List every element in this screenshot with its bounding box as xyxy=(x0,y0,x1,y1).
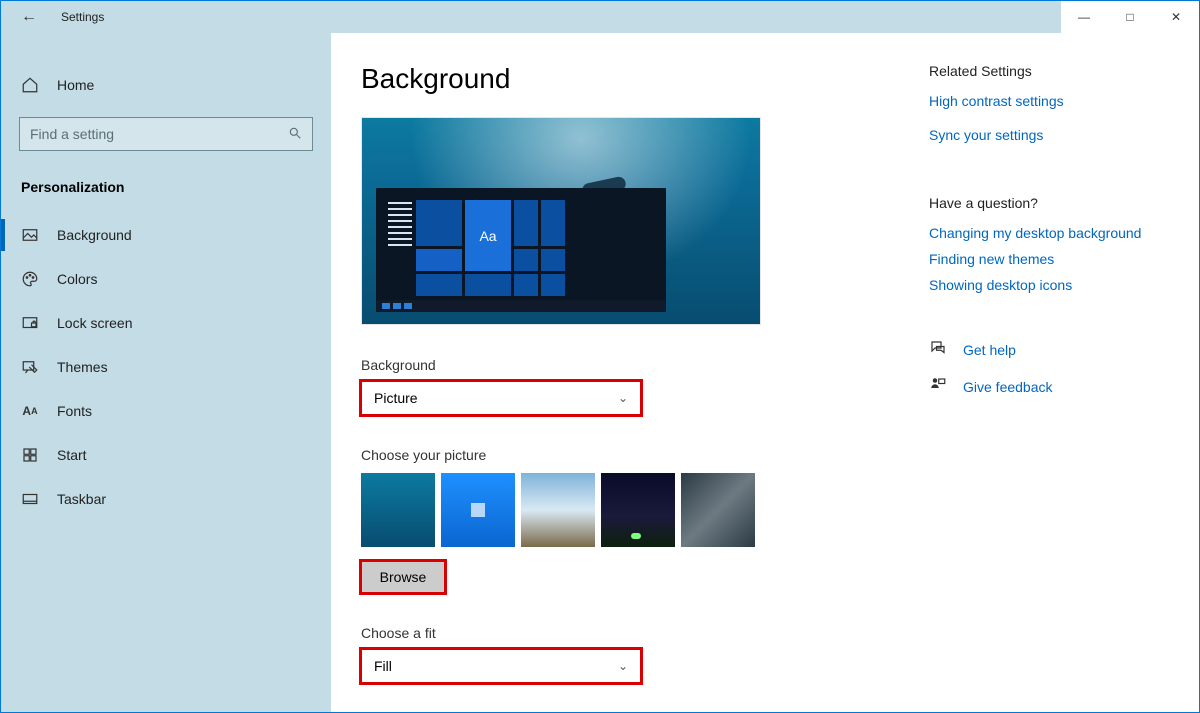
chevron-down-icon: ⌄ xyxy=(618,391,628,405)
picture-thumb-4[interactable] xyxy=(601,473,675,547)
category-label: Personalization xyxy=(1,169,331,213)
search-placeholder: Find a setting xyxy=(30,126,114,142)
picture-thumbnails xyxy=(361,473,899,547)
sidebar-item-colors[interactable]: Colors xyxy=(1,257,331,301)
home-label: Home xyxy=(57,77,94,93)
chevron-down-icon: ⌄ xyxy=(618,659,628,673)
feedback-row[interactable]: Give feedback xyxy=(929,376,1179,397)
sidebar-item-label: Taskbar xyxy=(57,491,106,507)
sidebar-item-label: Colors xyxy=(57,271,97,287)
browse-button[interactable]: Browse xyxy=(361,561,445,593)
maximize-button[interactable]: □ xyxy=(1107,1,1153,33)
picture-thumb-3[interactable] xyxy=(521,473,595,547)
page-title: Background xyxy=(361,63,899,95)
home-icon xyxy=(21,76,39,94)
sidebar-item-label: Lock screen xyxy=(57,315,132,331)
link-get-help[interactable]: Get help xyxy=(963,342,1016,358)
sidebar-item-label: Background xyxy=(57,227,132,243)
picture-icon xyxy=(21,226,39,244)
link-change-background[interactable]: Changing my desktop background xyxy=(929,225,1179,241)
sidebar: Home Find a setting Personalization Back… xyxy=(1,33,331,712)
picture-thumb-5[interactable] xyxy=(681,473,755,547)
related-settings-head: Related Settings xyxy=(929,63,1179,79)
background-dropdown[interactable]: Picture ⌄ xyxy=(361,381,641,415)
background-dropdown-value: Picture xyxy=(374,390,418,406)
link-sync-settings[interactable]: Sync your settings xyxy=(929,127,1179,143)
link-find-themes[interactable]: Finding new themes xyxy=(929,251,1179,267)
close-button[interactable]: ✕ xyxy=(1153,1,1199,33)
fonts-icon: AA xyxy=(21,402,39,420)
palette-icon xyxy=(21,270,39,288)
fit-dropdown-value: Fill xyxy=(374,658,392,674)
right-column: Related Settings High contrast settings … xyxy=(929,33,1199,712)
feedback-icon xyxy=(929,376,947,397)
choose-fit-label: Choose a fit xyxy=(361,625,899,641)
taskbar-icon xyxy=(21,490,39,508)
sidebar-item-taskbar[interactable]: Taskbar xyxy=(1,477,331,521)
desktop-preview: Aa xyxy=(361,117,761,325)
sidebar-item-fonts[interactable]: AA Fonts xyxy=(1,389,331,433)
picture-thumb-2[interactable] xyxy=(441,473,515,547)
fit-dropdown[interactable]: Fill ⌄ xyxy=(361,649,641,683)
sidebar-item-start[interactable]: Start xyxy=(1,433,331,477)
back-button[interactable]: ← xyxy=(21,8,37,26)
sidebar-item-label: Fonts xyxy=(57,403,92,419)
themes-icon xyxy=(21,358,39,376)
minimize-button[interactable]: ― xyxy=(1061,1,1107,33)
picture-thumb-1[interactable] xyxy=(361,473,435,547)
choose-picture-label: Choose your picture xyxy=(361,447,899,463)
home-button[interactable]: Home xyxy=(1,61,331,109)
link-high-contrast[interactable]: High contrast settings xyxy=(929,93,1179,109)
settings-window: ← Settings ― □ ✕ Home Find a setting Pe xyxy=(0,0,1200,713)
sidebar-item-lock-screen[interactable]: Lock screen xyxy=(1,301,331,345)
search-icon xyxy=(288,126,302,143)
search-input[interactable]: Find a setting xyxy=(19,117,313,151)
sidebar-item-label: Themes xyxy=(57,359,108,375)
sidebar-item-background[interactable]: Background xyxy=(1,213,331,257)
start-icon xyxy=(21,446,39,464)
lock-screen-icon xyxy=(21,314,39,332)
link-desktop-icons[interactable]: Showing desktop icons xyxy=(929,277,1179,293)
sidebar-item-themes[interactable]: Themes xyxy=(1,345,331,389)
preview-sample-text: Aa xyxy=(465,200,511,271)
main-content: Background Aa xyxy=(331,33,929,712)
chat-icon xyxy=(929,339,947,360)
question-head: Have a question? xyxy=(929,195,1179,211)
background-label: Background xyxy=(361,357,899,373)
get-help-row[interactable]: Get help xyxy=(929,339,1179,360)
link-feedback[interactable]: Give feedback xyxy=(963,379,1053,395)
window-controls: ― □ ✕ xyxy=(1061,1,1199,33)
titlebar: ← Settings ― □ ✕ xyxy=(1,1,1199,33)
window-title: Settings xyxy=(61,10,104,24)
sidebar-item-label: Start xyxy=(57,447,87,463)
